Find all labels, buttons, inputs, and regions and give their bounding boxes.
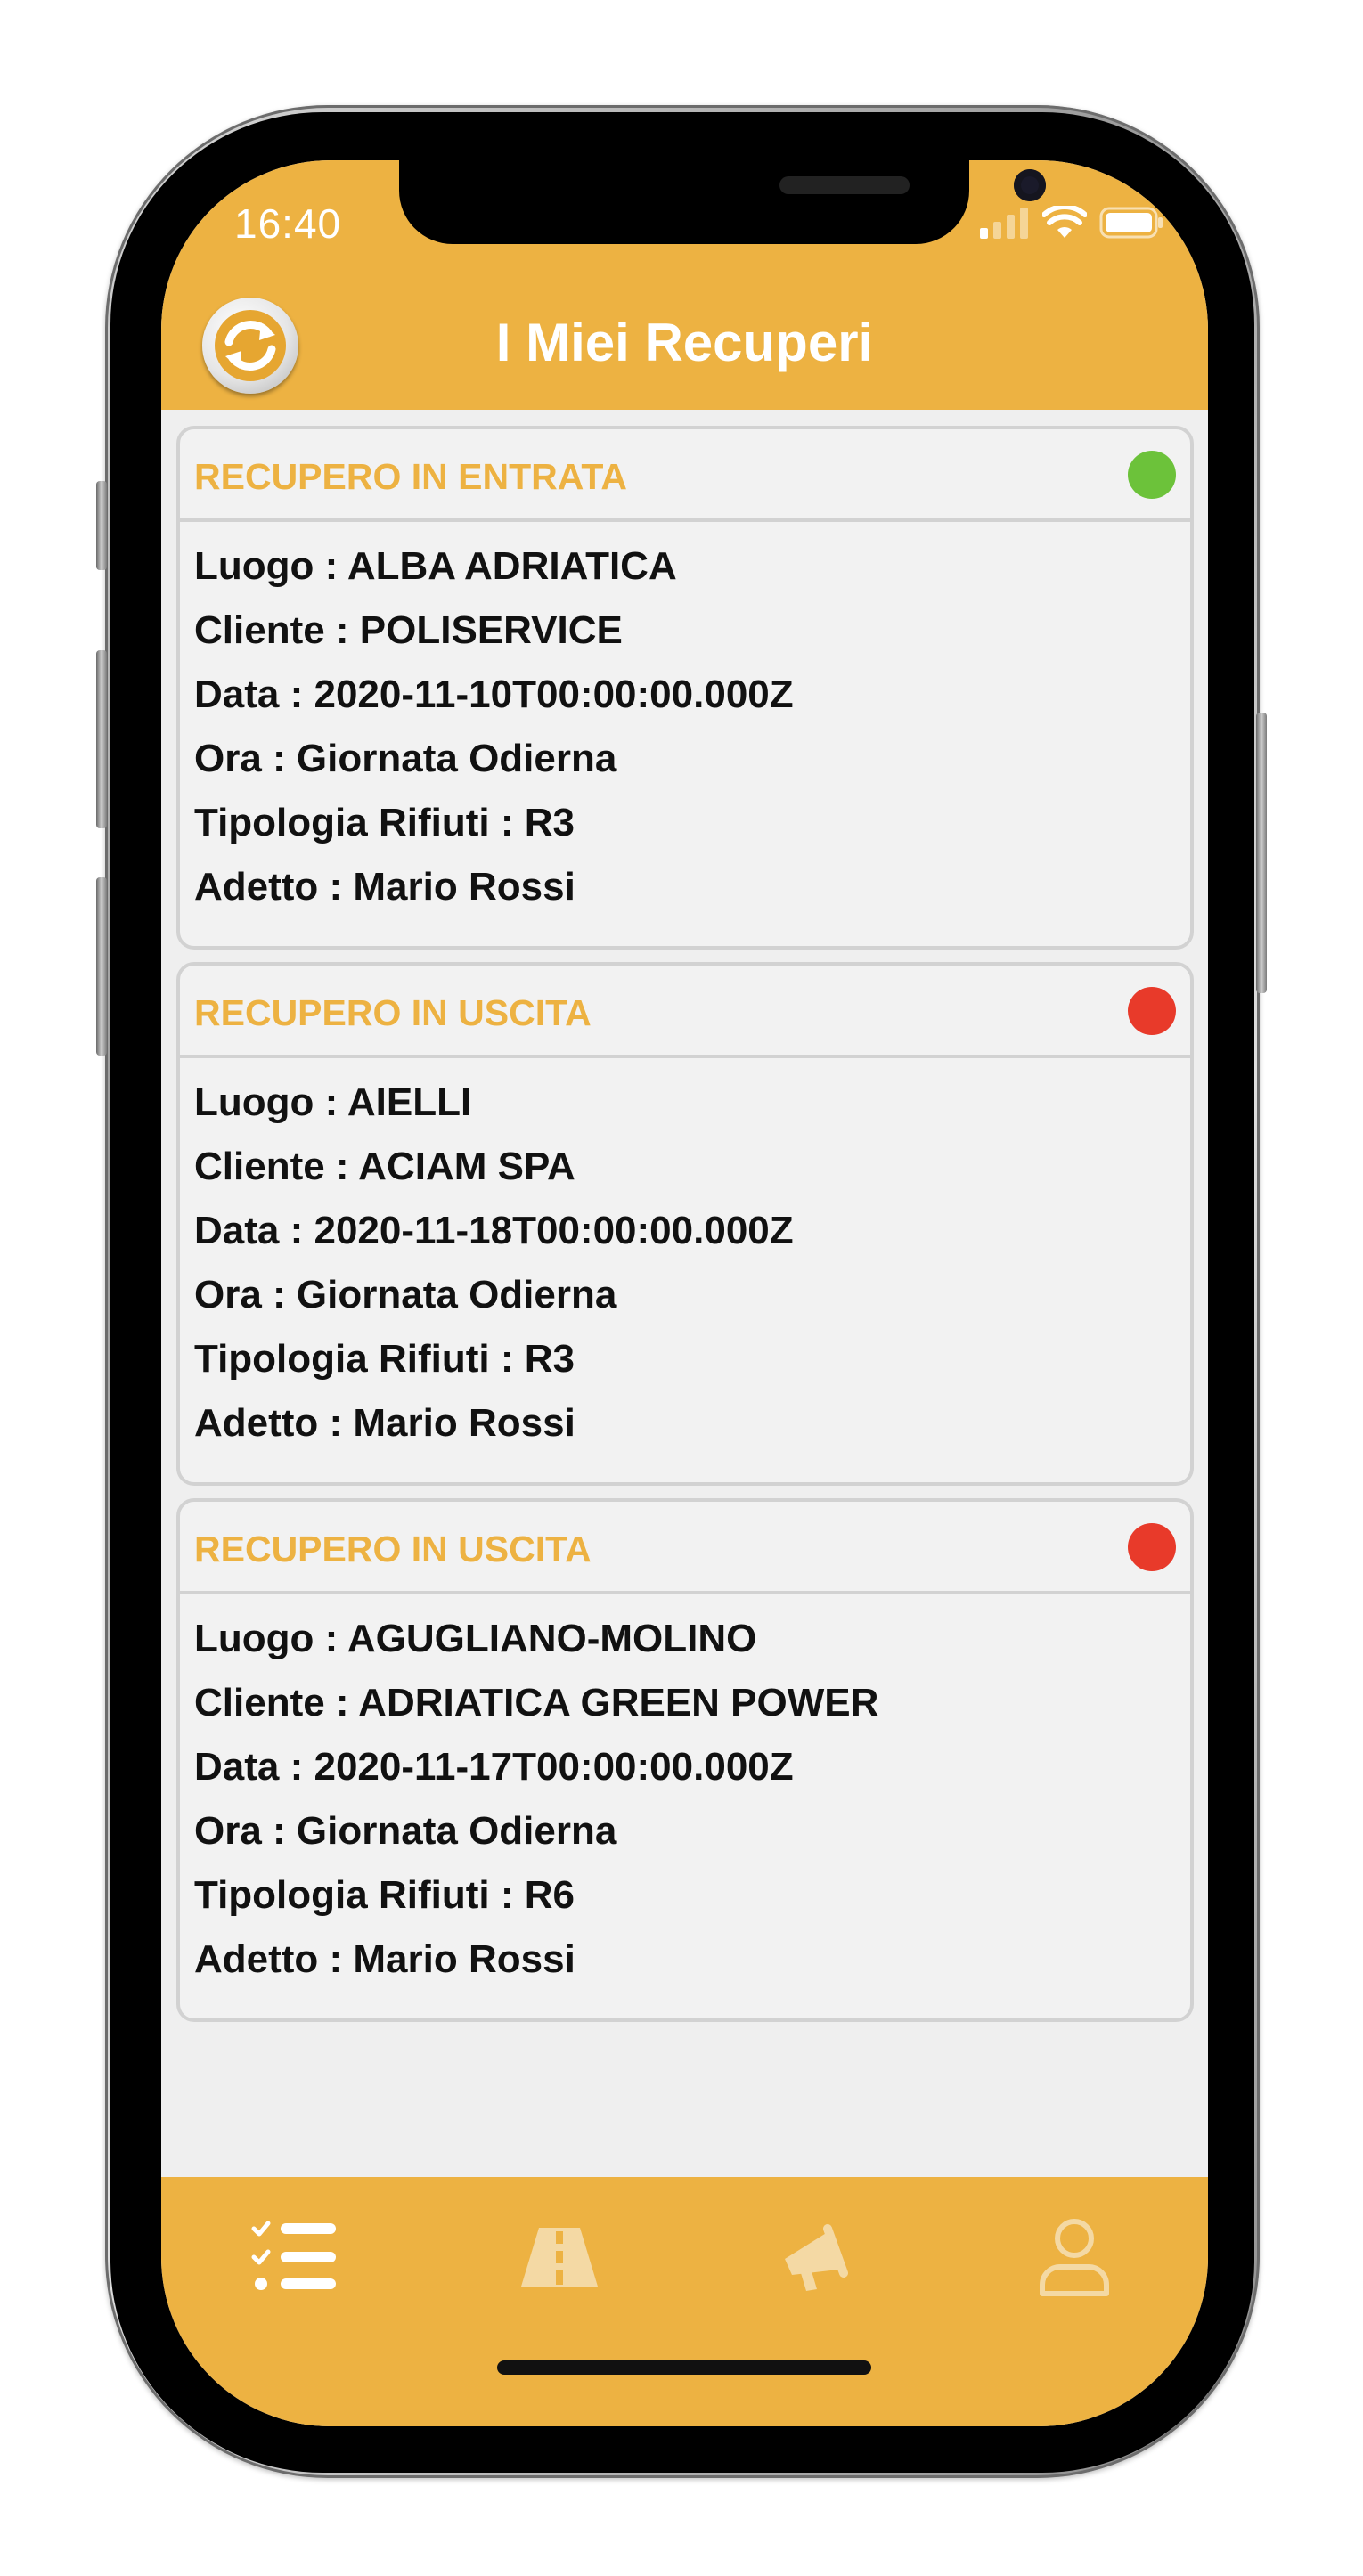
recovery-card[interactable]: RECUPERO IN ENTRATA Luogo : ALBA ADRIATI… [176,426,1194,950]
field-adetto: Adetto : Mario Rossi [194,1937,575,1981]
tab-bar [161,2177,1208,2426]
field-tipologia-rifiuti: Tipologia Rifiuti : R6 [194,1873,575,1917]
speaker [779,176,910,194]
status-dot [1128,451,1176,499]
cellular-signal-icon [980,208,1028,239]
field-adetto: Adetto : Mario Rossi [194,1401,575,1445]
tab-road[interactable] [506,2213,613,2302]
silent-switch [96,481,107,570]
tab-announcements[interactable] [763,2213,870,2302]
field-cliente: Cliente : POLISERVICE [194,608,623,652]
volume-down-button [96,877,107,1056]
card-title: RECUPERO IN ENTRATA [194,456,627,497]
field-tipologia-rifiuti: Tipologia Rifiuti : R3 [194,801,575,844]
card-body: Luogo : AIELLI Cliente : ACIAM SPA Data … [180,1058,1190,1461]
power-button [1256,713,1267,993]
status-icons [978,205,1163,240]
wifi-icon [1042,206,1087,238]
tab-checklist[interactable] [241,2213,348,2302]
field-cliente: Cliente : ACIAM SPA [194,1145,575,1188]
card-header: RECUPERO IN ENTRATA [180,429,1190,522]
tab-profile[interactable] [1021,2213,1128,2302]
front-camera [1014,169,1046,201]
field-data: Data : 2020-11-18T00:00:00.000Z [194,1209,794,1252]
home-indicator[interactable] [497,2360,871,2375]
status-time: 16:40 [234,200,342,247]
app-header: 16:40 I Miei Recuperi [161,160,1208,410]
field-luogo: Luogo : AGUGLIANO-MOLINO [194,1617,757,1660]
field-tipologia-rifiuti: Tipologia Rifiuti : R3 [194,1337,575,1381]
road-icon [521,2228,598,2287]
card-title: RECUPERO IN USCITA [194,992,592,1033]
status-dot [1128,987,1176,1035]
field-ora: Ora : Giornata Odierna [194,1273,617,1317]
user-icon [1040,2219,1109,2296]
field-luogo: Luogo : ALBA ADRIATICA [194,544,677,588]
field-data: Data : 2020-11-10T00:00:00.000Z [194,673,794,716]
checklist-icon [251,2221,336,2290]
card-header: RECUPERO IN USCITA [180,966,1190,1058]
field-adetto: Adetto : Mario Rossi [194,865,575,909]
field-cliente: Cliente : ADRIATICA GREEN POWER [194,1681,879,1724]
card-header: RECUPERO IN USCITA [180,1502,1190,1594]
card-body: Luogo : ALBA ADRIATICA Cliente : POLISER… [180,522,1190,925]
page-title: I Miei Recuperi [495,313,874,372]
megaphone-icon [785,2224,848,2291]
card-body: Luogo : AGUGLIANO-MOLINO Cliente : ADRIA… [180,1594,1190,1997]
app-screen: 16:40 I Miei Recuperi RECUPERO IN ENTRAT… [161,160,1208,2426]
battery-icon [1099,207,1163,239]
field-ora: Ora : Giornata Odierna [194,1809,617,1853]
card-title: RECUPERO IN USCITA [194,1528,592,1569]
status-dot [1128,1523,1176,1571]
recovery-card[interactable]: RECUPERO IN USCITA Luogo : AGUGLIANO-MOL… [176,1498,1194,2022]
field-ora: Ora : Giornata Odierna [194,737,617,780]
field-luogo: Luogo : AIELLI [194,1080,472,1124]
volume-up-button [96,650,107,828]
recovery-card[interactable]: RECUPERO IN USCITA Luogo : AIELLI Client… [176,962,1194,1486]
field-data: Data : 2020-11-17T00:00:00.000Z [194,1745,794,1789]
notch [399,160,1046,244]
